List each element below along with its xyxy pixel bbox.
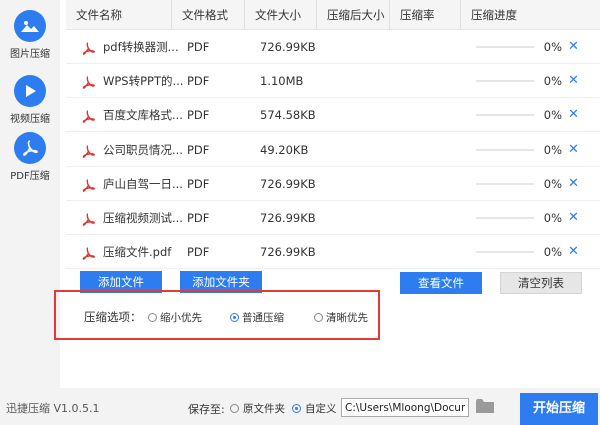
clear-list-button[interactable]: 清空列表 [500, 272, 582, 294]
file-format: PDF [187, 108, 210, 122]
radio-selected-icon [292, 404, 301, 413]
radio-label: 原文件夹 [243, 403, 285, 415]
delete-icon[interactable]: ✕ [568, 201, 579, 235]
sidebar-item-pdf-compress[interactable]: PDF压缩 [0, 122, 60, 187]
sidebar: 图片压缩 视频压缩 PDF压缩 [0, 0, 60, 388]
file-format: PDF [187, 211, 210, 225]
table-header: 文件名称 文件格式 文件大小 压缩后大小 压缩率 压缩进度 [66, 0, 600, 30]
image-icon [14, 10, 46, 42]
sidebar-item-video-compress[interactable]: 视频压缩 [0, 65, 60, 130]
save-path-input[interactable] [341, 398, 469, 417]
app-version: 迅捷压缩 V1.0.5.1 [6, 402, 100, 415]
pdf-file-icon [82, 213, 95, 226]
progress-percent: 0% [543, 108, 562, 122]
progress-percent: 0% [543, 211, 562, 225]
sidebar-item-label: 图片压缩 [10, 49, 50, 60]
radio-icon [230, 404, 239, 413]
file-format: PDF [187, 245, 210, 259]
sidebar-item-label: PDF压缩 [10, 171, 50, 182]
footer-bar: 迅捷压缩 V1.0.5.1 保存至: 原文件夹 自定义 [0, 388, 600, 425]
progress-percent: 0% [543, 74, 562, 88]
delete-icon[interactable]: ✕ [568, 98, 579, 132]
option-label: 普通压缩 [242, 312, 284, 324]
file-size: 726.99KB [260, 40, 316, 54]
table-row[interactable]: 压缩视频测试... PDF 726.99KB 0% ✕ [66, 201, 600, 235]
table-row[interactable]: 压缩文件.pdf PDF 726.99KB 0% ✕ [66, 235, 600, 269]
option-normal-radio[interactable]: 普通压缩 [230, 310, 284, 325]
option-label: 清晰优先 [326, 312, 368, 324]
radio-icon [314, 313, 323, 322]
table-row[interactable]: 百度文库格式... PDF 574.58KB 0% ✕ [66, 98, 600, 132]
option-clarity-radio[interactable]: 清晰优先 [314, 310, 368, 325]
progress-percent: 0% [543, 177, 562, 191]
option-label: 缩小优先 [160, 312, 202, 324]
progress-bar [476, 46, 534, 48]
table-row[interactable]: 公司职员情况... PDF 49.20KB 0% ✕ [66, 133, 600, 167]
delete-icon[interactable]: ✕ [568, 64, 579, 98]
compression-options-label: 压缩选项： [84, 310, 142, 324]
delete-icon[interactable]: ✕ [568, 167, 579, 201]
column-header-progress: 压缩进度 [471, 8, 517, 22]
option-smallest-radio[interactable]: 缩小优先 [148, 310, 202, 325]
table-row[interactable]: pdf转换器测... PDF 726.99KB 0% ✕ [66, 30, 600, 64]
pdf-icon [14, 132, 46, 164]
compression-options: 压缩选项： 缩小优先 普通压缩 清晰优先 [54, 290, 380, 340]
save-to-label: 保存至: [188, 403, 225, 416]
file-format: PDF [187, 177, 210, 191]
pdf-file-icon [82, 145, 95, 158]
column-header-format: 文件格式 [172, 0, 245, 30]
table-row[interactable]: 庐山自驾一日... PDF 726.99KB 0% ✕ [66, 167, 600, 201]
column-header-compressed-size: 压缩后大小 [317, 0, 390, 30]
progress-percent: 0% [543, 245, 562, 259]
folder-icon[interactable] [476, 399, 494, 413]
progress-bar [476, 149, 534, 151]
column-header-name: 文件名称 [66, 0, 172, 30]
delete-icon[interactable]: ✕ [568, 133, 579, 167]
progress-percent: 0% [543, 143, 562, 157]
start-compress-button[interactable]: 开始压缩 [520, 393, 598, 425]
column-header-size: 文件大小 [245, 0, 317, 30]
save-original-folder-radio[interactable]: 原文件夹 [230, 401, 285, 416]
pdf-file-icon [82, 179, 95, 192]
radio-selected-icon [230, 313, 239, 322]
progress-bar [476, 114, 534, 116]
delete-icon[interactable]: ✕ [568, 235, 579, 269]
progress-bar [476, 183, 534, 185]
progress-bar [476, 251, 534, 253]
file-format: PDF [187, 40, 210, 54]
radio-icon [148, 313, 157, 322]
progress-bar [476, 80, 534, 82]
pdf-file-icon [82, 42, 95, 55]
play-icon [14, 75, 46, 107]
pdf-file-icon [82, 110, 95, 123]
progress-percent: 0% [543, 40, 562, 54]
progress-bar [476, 217, 534, 219]
pdf-file-icon [82, 76, 95, 89]
pdf-file-icon [82, 247, 95, 260]
file-format: PDF [187, 74, 210, 88]
sidebar-item-image-compress[interactable]: 图片压缩 [0, 0, 60, 65]
file-size: 726.99KB [260, 245, 316, 259]
file-size: 574.58KB [260, 108, 316, 122]
file-size: 1.10MB [260, 74, 304, 88]
radio-label: 自定义 [305, 403, 337, 415]
delete-icon[interactable]: ✕ [568, 30, 579, 64]
file-size: 726.99KB [260, 211, 316, 225]
view-file-button[interactable]: 查看文件 [400, 272, 482, 294]
column-header-ratio: 压缩率 [390, 0, 461, 30]
file-size: 726.99KB [260, 177, 316, 191]
file-size: 49.20KB [260, 143, 309, 157]
table-row[interactable]: WPS转PPT的... PDF 1.10MB 0% ✕ [66, 64, 600, 98]
file-format: PDF [187, 143, 210, 157]
save-custom-radio[interactable]: 自定义 [292, 401, 337, 416]
